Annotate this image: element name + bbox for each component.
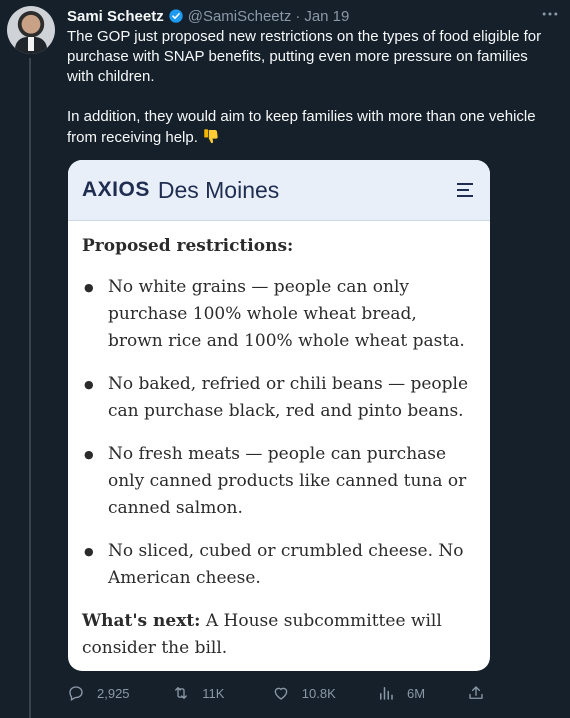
date-separator: · — [295, 7, 301, 25]
restrictions-heading: Proposed restrictions: — [82, 236, 294, 256]
views-chart-icon — [380, 687, 393, 700]
tweet-paragraph: The GOP just proposed new restrictions o… — [67, 28, 542, 85]
views-button[interactable]: 6M — [377, 684, 467, 702]
tweet-date[interactable]: Jan 19 — [304, 8, 349, 25]
retweet-icon — [175, 687, 188, 699]
list-item: No sliced, cubed or crumbled cheese. No … — [82, 538, 476, 592]
axios-city: Des Moines — [157, 176, 280, 203]
list-item: No fresh meats — people can purchase onl… — [82, 441, 476, 522]
reply-button[interactable]: 2,925 — [67, 684, 172, 702]
tweet-paragraph: In addition, they would aim to keep fami… — [67, 108, 536, 146]
avatar[interactable] — [7, 6, 55, 54]
hamburger-menu-icon — [457, 183, 473, 197]
whats-next: What's next: A House subcommittee will c… — [82, 608, 476, 662]
author-handle[interactable]: @SamiScheetz — [188, 8, 292, 25]
share-button[interactable] — [467, 684, 497, 702]
retweet-button[interactable]: 11K — [172, 684, 272, 702]
like-count: 10.8K — [301, 685, 336, 701]
tweet-header: Sami Scheetz @SamiScheetz · Jan 19 — [67, 6, 349, 26]
reply-count: 2,925 — [97, 685, 130, 701]
tweet-actions: 2,925 11K 10.8K 6M — [67, 682, 497, 704]
whats-next-label: What's next: — [82, 611, 201, 631]
more-options-icon[interactable] — [540, 4, 560, 24]
restrictions-list: No white grains — people can only purcha… — [82, 274, 476, 592]
avatar-shirt — [28, 37, 34, 51]
list-item: No white grains — people can only purcha… — [82, 274, 476, 355]
heart-icon — [274, 687, 288, 700]
thumbs-down-icon — [204, 129, 218, 144]
card-body: Proposed restrictions: No white grains —… — [68, 221, 490, 662]
axios-header: AXIOS Des Moines — [68, 160, 490, 221]
share-icon — [469, 686, 483, 699]
like-button[interactable]: 10.8K — [272, 684, 377, 702]
thread-line — [29, 58, 31, 718]
author-name[interactable]: Sami Scheetz — [67, 8, 164, 25]
tweet-text: The GOP just proposed new restrictions o… — [67, 27, 557, 148]
axios-logo: AXIOS — [82, 178, 150, 201]
verified-badge-icon — [169, 9, 183, 23]
views-count: 6M — [407, 685, 426, 701]
news-card-image[interactable]: AXIOS Des Moines Proposed restrictions: … — [68, 160, 490, 671]
reply-icon — [69, 686, 83, 701]
retweet-count: 11K — [202, 685, 225, 701]
list-item: No baked, refried or chili beans — peopl… — [82, 371, 476, 425]
